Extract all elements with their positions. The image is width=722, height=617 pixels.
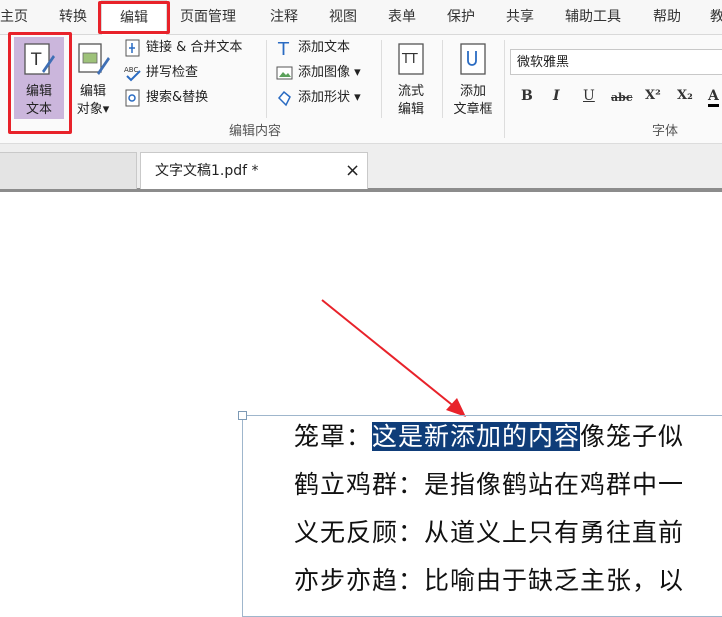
add-shape-button[interactable]: 添加形状 ▾ [276,87,361,109]
add-article-label-2: 文章框 [453,102,493,117]
flow-edit-label-1: 流式 [397,84,424,99]
highlight-edit-text [8,32,72,134]
menu-tutorial[interactable]: 教 [710,0,722,34]
flow-edit-label-2: 编辑 [397,102,424,117]
image-icon [276,66,293,79]
edit-object-button[interactable]: 编辑 对象▾ [70,37,116,119]
bold-button[interactable]: B [521,88,533,104]
divider [442,40,443,118]
doc-line-1-prefix: 笼罩： [294,422,373,451]
divider [381,40,382,118]
menu-accessibility[interactable]: 辅助工具 [565,0,621,34]
menu-protect[interactable]: 保护 [447,0,475,34]
edit-object-label-1: 编辑 [79,84,106,99]
close-tab-icon[interactable]: × [345,153,360,189]
svg-text:T: T [277,39,290,57]
add-article-box-button[interactable]: 添加 文章框 [448,37,498,119]
flow-edit-icon: TT [398,43,424,75]
flow-edit-button[interactable]: TT 流式 编辑 [387,37,435,119]
shape-icon [277,90,291,106]
add-image-label: 添加图像 ▾ [298,65,361,80]
menu-help[interactable]: 帮助 [653,0,681,34]
tab-document-title: 文字文稿1.pdf * [155,163,259,179]
spell-check-icon: ABC [124,66,141,81]
doc-line-3[interactable]: 义无反顾：从道义上只有勇往直前 [294,516,684,550]
doc-line-4[interactable]: 亦步亦趋：比喻由于缺乏主张，以 [294,564,684,598]
menu-convert[interactable]: 转换 [59,0,87,34]
selected-text[interactable]: 这是新添加的内容 [372,422,581,451]
add-text-label: 添加文本 [298,40,351,55]
font-color-button[interactable]: A [708,88,719,107]
menu-form[interactable]: 表单 [388,0,416,34]
menu-share[interactable]: 共享 [506,0,534,34]
font-name-select[interactable]: 微软雅黑 [510,49,722,75]
subscript-button[interactable]: X₂ [677,88,693,103]
text-tool-icon: T [277,39,290,57]
menu-page-manage[interactable]: 页面管理 [180,0,236,34]
spell-check-button[interactable]: ABC 拼写检查 [124,62,198,84]
divider [266,40,267,118]
article-box-icon [460,43,486,75]
add-image-button[interactable]: 添加图像 ▾ [276,62,361,84]
menu-view[interactable]: 视图 [329,0,357,34]
menu-annotate[interactable]: 注释 [270,0,298,34]
link-merge-icon [125,39,140,56]
link-merge-text-button[interactable]: 链接 & 合并文本 [124,37,242,59]
doc-line-2[interactable]: 鹤立鸡群：是指像鹤站在鸡群中一 [294,468,684,502]
edit-object-icon [78,43,110,75]
tab-document[interactable]: 文字文稿1.pdf * × [140,152,368,189]
search-replace-icon [125,89,140,106]
resize-handle[interactable] [238,411,247,420]
search-replace-label: 搜索&替换 [146,90,209,105]
superscript-button[interactable]: X² [645,88,661,103]
strikethrough-button[interactable]: abc [611,91,633,104]
document-tab-bar: 文字文稿1.pdf * × [0,144,722,192]
doc-line-1[interactable]: 笼罩：这是新添加的内容像笼子似 [294,420,684,454]
highlight-edit-menu [98,1,170,34]
svg-text:ABC: ABC [124,66,138,74]
divider [504,40,505,138]
spell-check-label: 拼写检查 [146,65,199,80]
group-label-edit-content: 编辑内容 [228,124,281,139]
link-merge-label: 链接 & 合并文本 [146,40,243,55]
doc-line-1-suffix: 像笼子似 [580,422,685,451]
menu-home[interactable]: 主页 [0,0,28,34]
underline-button[interactable]: U [583,88,595,104]
search-replace-button[interactable]: 搜索&替换 [124,87,208,109]
annotation-arrow-icon [321,299,466,417]
svg-text:TT: TT [401,52,418,67]
add-text-button[interactable]: T 添加文本 [276,37,350,59]
italic-button[interactable]: I [553,88,560,104]
add-shape-label: 添加形状 ▾ [298,90,361,105]
group-label-font: 字体 [651,124,678,139]
tab-previous[interactable] [0,152,137,189]
add-article-label-1: 添加 [459,84,486,99]
edit-object-label-2: 对象▾ [76,102,110,117]
